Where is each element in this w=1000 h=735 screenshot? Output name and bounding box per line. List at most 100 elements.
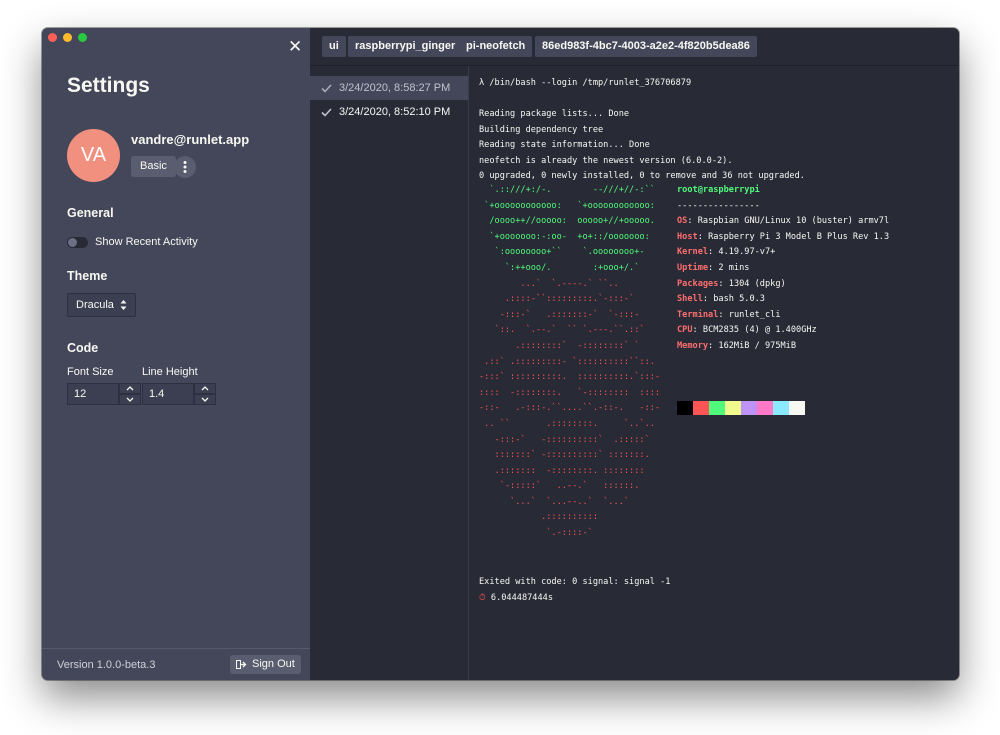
font-size-decrement[interactable] xyxy=(119,394,141,405)
color-swatch xyxy=(677,401,693,415)
output-line: 0 upgraded, 0 newly installed, 0 to remo… xyxy=(479,171,805,181)
minimize-window-button[interactable] xyxy=(63,33,72,42)
logo-line: `:++ooo/. :+ooo+/.` xyxy=(479,262,640,273)
run-timestamp: 3/24/2020, 8:52:10 PM xyxy=(339,106,451,118)
page-title: Settings xyxy=(67,74,150,97)
info-key: Memory xyxy=(677,340,709,351)
logo-line: `:oooooooo+`` `.oooooooo+- xyxy=(479,247,645,258)
avatar-initials: VA xyxy=(80,144,107,166)
breadcrumb-script[interactable]: pi-neofetch xyxy=(459,36,533,57)
main-panel: ui raspberrypi_ginger pi-neofetch 86ed98… xyxy=(310,28,959,680)
command-line: λ /bin/bash --login /tmp/runlet_37670687… xyxy=(479,78,692,88)
color-swatch xyxy=(741,401,757,415)
run-item[interactable]: 3/24/2020, 8:52:10 PM xyxy=(310,100,468,124)
font-size-input[interactable]: 12 xyxy=(67,383,119,405)
toggle-knob xyxy=(68,238,77,247)
info-key: Terminal xyxy=(677,309,719,320)
theme-heading: Theme xyxy=(67,269,108,283)
breadcrumb-run-id[interactable]: 86ed983f-4bc7-4003-a2e2-4f820b5dea86 xyxy=(535,36,757,57)
logo-line: -:::` ::::::::::. ::::::::::.`:::- xyxy=(479,372,661,383)
logo-line: .::::-``:::::::::.`-:::-` xyxy=(479,294,635,305)
line-height-stepper: 1.4 xyxy=(142,383,218,405)
duration-line: ⏱ 6.044487444s xyxy=(479,593,553,603)
zoom-window-button[interactable] xyxy=(78,33,87,42)
close-icon[interactable]: ✕ xyxy=(288,38,302,55)
chevron-down-icon xyxy=(126,397,134,402)
version-label: Version 1.0.0-beta.3 xyxy=(57,659,156,671)
font-size-label: Font Size xyxy=(67,366,114,378)
info-value: Raspbian GNU/Linux 10 (buster) armv7l xyxy=(697,216,890,227)
terminal-output: λ /bin/bash --login /tmp/runlet_37670687… xyxy=(479,68,954,628)
sidebar-footer: Version 1.0.0-beta.3 Sign Out xyxy=(42,648,310,680)
breadcrumb-ui[interactable]: ui xyxy=(322,36,346,57)
info-value: 4.19.97-v7+ xyxy=(718,247,776,258)
close-window-button[interactable] xyxy=(48,33,57,42)
breadcrumb-device[interactable]: raspberrypi_ginger xyxy=(348,36,463,57)
code-heading: Code xyxy=(67,341,99,355)
output-line: Reading package lists... Done xyxy=(479,109,630,119)
info-value: Raspberry Pi 3 Model B Plus Rev 1.3 xyxy=(708,231,890,242)
sign-out-button[interactable]: Sign Out xyxy=(230,655,301,674)
plan-badge[interactable]: Basic xyxy=(131,156,176,177)
info-host: raspberrypi xyxy=(702,185,760,195)
line-height-label: Line Height xyxy=(142,366,198,378)
general-heading: General xyxy=(67,206,114,220)
line-height-input[interactable]: 1.4 xyxy=(142,383,194,405)
show-recent-activity-toggle[interactable] xyxy=(67,237,88,248)
chevron-down-icon xyxy=(201,397,209,402)
logo-line: `-:::::` ..--.` ::::::. xyxy=(479,481,640,492)
run-item[interactable]: 3/24/2020, 8:58:27 PM xyxy=(310,76,468,100)
logo-line: `+oooooooooooo: `+oooooooooooo: xyxy=(479,200,655,211)
color-swatch xyxy=(789,401,805,415)
logo-line: .:::::::::: xyxy=(479,512,598,523)
logo-line: `+ooooooo:-:oo- +o+::/ooooooo: xyxy=(479,231,650,242)
raspberry-logo-ascii: `.::///+:/-. --///+//-:`` `+oooooooooooo… xyxy=(479,183,660,542)
avatar: VA xyxy=(67,129,120,182)
logo-line: -::- .-:::-.``....``.-::-. -::- xyxy=(479,403,661,414)
info-value: 2 mins xyxy=(718,262,750,273)
logo-line: .::::::: -::::::::. :::::::: xyxy=(479,465,645,476)
logo-line: ...` `.----.` ``.. xyxy=(479,278,619,289)
more-options-button[interactable] xyxy=(174,156,196,178)
logo-line: .::` .:::::::::- `::::::::::``::. xyxy=(479,356,655,367)
font-size-stepper: 12 xyxy=(67,383,143,405)
info-value: bash 5.0.3 xyxy=(713,294,765,305)
logo-line: `.::///+:/-. --///+//-:`` xyxy=(479,185,655,195)
logo-line: .. `` .::::::::. `..`.. xyxy=(479,418,655,429)
kebab-icon xyxy=(183,161,187,173)
logo-line: -:::-` .:::::::-` `-:::- xyxy=(479,309,640,320)
chevron-updown-icon xyxy=(120,300,127,310)
font-size-increment[interactable] xyxy=(119,383,141,394)
info-user: root xyxy=(677,185,698,195)
info-value: 1304 (dpkg) xyxy=(728,278,786,289)
info-separator: ---------------- xyxy=(677,200,760,211)
app-window: ✕ Settings VA vandre@runlet.app Basic Ge… xyxy=(42,28,959,680)
system-info: root@raspberrypi ---------------- OS: Ra… xyxy=(677,185,890,351)
duration-value: 6.044487444s xyxy=(490,593,553,603)
logo-line: :::::::` -::::::::::` :::::::. xyxy=(479,450,650,461)
logo-line: .::::::::` -::::::::` ` xyxy=(479,340,640,351)
color-swatch xyxy=(725,401,741,415)
logo-line: `...` `...--..` `...` xyxy=(479,496,630,507)
stopwatch-icon: ⏱ xyxy=(479,593,486,603)
info-key: CPU xyxy=(677,325,693,336)
logo-line: -:::-` -::::::::::` .:::::` xyxy=(479,434,650,445)
info-key: Packages xyxy=(677,278,719,289)
color-swatch xyxy=(709,401,725,415)
user-email: vandre@runlet.app xyxy=(131,132,250,147)
check-icon xyxy=(321,83,332,93)
exit-status: Exited with code: 0 signal: signal -1 xyxy=(479,577,671,587)
info-value: runlet_cli xyxy=(728,309,781,320)
line-height-decrement[interactable] xyxy=(194,394,216,405)
breadcrumb: ui raspberrypi_ginger pi-neofetch 86ed98… xyxy=(310,28,959,66)
logo-line: :::: -::::::::. `-:::::::: :::: xyxy=(479,387,661,398)
info-key: Kernel xyxy=(677,247,709,258)
check-icon xyxy=(321,107,332,117)
color-swatch xyxy=(773,401,789,415)
line-height-increment[interactable] xyxy=(194,383,216,394)
theme-select[interactable]: Dracula xyxy=(67,293,136,317)
logo-line: `::. `.--.` `` `.---.``.::` xyxy=(479,325,645,336)
info-value: 162MiB / 975MiB xyxy=(718,340,797,351)
info-key: OS xyxy=(677,216,688,227)
output-line: neofetch is already the newest version (… xyxy=(479,156,733,166)
